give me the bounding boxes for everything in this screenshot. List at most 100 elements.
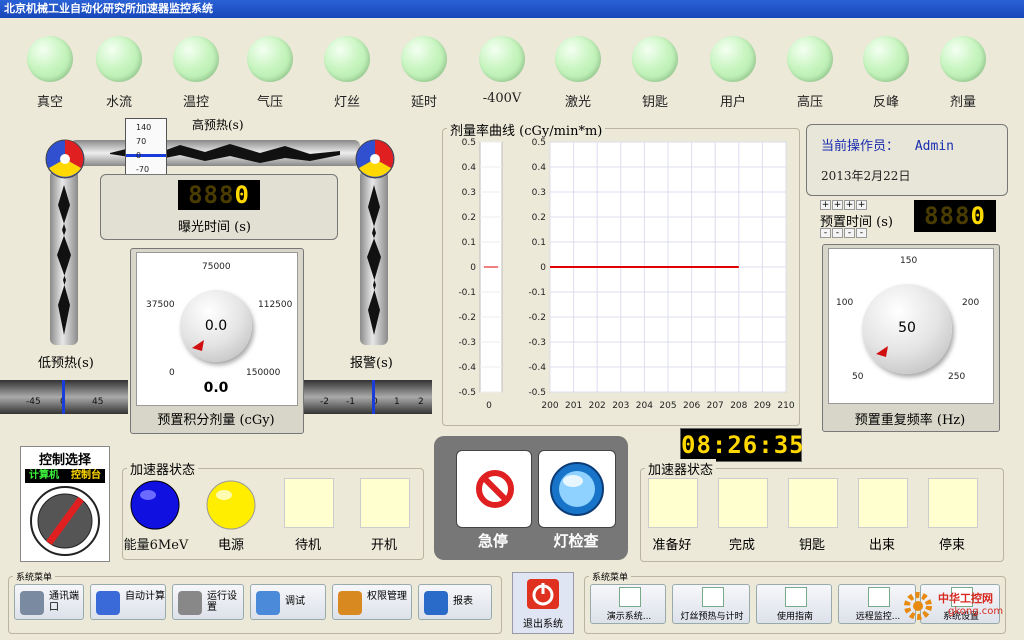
menu-button-label: 使用指南 (776, 612, 813, 622)
chart-strip-y-tick: 0.4 (462, 163, 477, 173)
alarm-marker (372, 380, 375, 414)
rate-tick: 150 (900, 256, 918, 266)
power-icon (527, 579, 559, 609)
beam-stop-lamp (928, 478, 978, 528)
menu-left-title: 系统菜单 (13, 570, 56, 583)
lamp-check-icon (550, 462, 604, 516)
chart-strip-y-tick: -0.4 (458, 363, 476, 373)
chart-x-tick: 203 (612, 401, 629, 411)
indicator-lamp-label: 灯丝 (333, 95, 360, 110)
indicator-lamp-label: 水流 (105, 95, 132, 110)
control-right-label: 控制台 (71, 470, 101, 481)
low-preheat-ruler[interactable]: -45045 (0, 380, 128, 414)
indicator-lamp (710, 36, 756, 82)
beam-on-lamp (858, 478, 908, 528)
indicator-lamp-label: -400V (482, 91, 522, 106)
indicator-lamp (787, 36, 833, 82)
chart-x-tick: 207 (707, 401, 724, 411)
chart-strip-y-tick: 0 (470, 263, 476, 273)
low-preheat-tick: -45 (26, 397, 41, 407)
dose-tick: 150000 (246, 368, 281, 378)
dose-readout: 0.0 (203, 380, 229, 396)
right-tube-wave (367, 185, 381, 335)
high-preheat-tick: -70 (136, 165, 150, 174)
chart-strip-y-tick: -0.5 (458, 388, 476, 398)
left-gauge-icon (45, 139, 85, 179)
chart-strip-y-tick: 0.3 (462, 188, 476, 198)
indicator-lamp-label: 延时 (410, 95, 437, 110)
port-icon (20, 591, 44, 615)
menu-button-permission[interactable]: 权限管理 (332, 584, 412, 620)
chart-strip-y-tick: -0.3 (458, 338, 476, 348)
watermark-line1: 中华工控网 (938, 592, 993, 605)
remote-icon (868, 587, 890, 607)
control-selector-switch[interactable] (27, 485, 103, 557)
left-tube-wave (57, 185, 71, 335)
indicator-lamp-label: 气压 (256, 95, 283, 110)
menu-button-calc[interactable]: 自动计算 (90, 584, 166, 620)
exit-label: 退出系统 (523, 619, 563, 630)
indicator-lamp (324, 36, 370, 82)
key-lamp (788, 478, 838, 528)
chart-strip-y-tick: 0.1 (462, 238, 476, 248)
indicator-lamp-label: 用户 (719, 95, 746, 110)
alarm-ruler[interactable]: -2-1012 (302, 380, 432, 414)
chart-y-tick: -0.3 (528, 338, 546, 348)
rate-tick: 50 (852, 372, 864, 382)
indicator-lamp (632, 36, 678, 82)
dose-rate-chart: 0.5 0.5 0.4 0.4 0.3 0.3 0.2 0.2 0.1 0.1 0 0 -0.1 -0.1… (458, 138, 794, 411)
high-preheat-marker (126, 154, 166, 157)
clock-display: 08:26:35 (680, 428, 804, 462)
menu-button-report[interactable]: 报表 (418, 584, 492, 620)
chart-y-tick: -0.4 (528, 363, 546, 373)
rate-knob-pointer-icon (876, 346, 888, 357)
filament-icon (702, 587, 724, 607)
rate-tick: 200 (962, 298, 980, 308)
menu-button-label: 权限管理 (367, 591, 407, 602)
menu-button-settings[interactable]: 运行设置 (172, 584, 244, 620)
preset-time-increment-button[interactable]: + (844, 200, 855, 210)
watermark-line2: gkong.com (948, 606, 1004, 617)
low-preheat-label: 低预热(s) (38, 356, 94, 371)
preset-time-increment-button[interactable]: + (820, 200, 831, 210)
exposure-time-label: 曝光时间 (s) (178, 220, 251, 235)
dose-knob-value: 0.0 (204, 318, 228, 334)
chart-strip-y-tick: -0.1 (458, 288, 476, 298)
operator-name: Admin (914, 139, 954, 154)
high-preheat-tick: 0 (136, 151, 142, 160)
indicator-lamp-label: 钥匙 (641, 95, 668, 110)
report-icon (424, 591, 448, 615)
power-lamp-icon (206, 480, 256, 530)
preset-time-display: 8880 (914, 200, 996, 232)
debug-icon (256, 591, 280, 615)
chart-y-tick: 0 (540, 263, 546, 273)
preset-time-label: 预置时间 (s) (820, 215, 893, 230)
indicator-lamp (173, 36, 219, 82)
chart-strip-y-tick: 0.2 (462, 213, 476, 223)
dose-tick: 75000 (202, 262, 231, 272)
status-right-title: 加速器状态 (645, 459, 717, 478)
rate-knob-value: 50 (898, 320, 916, 336)
chart-y-tick: 0.4 (532, 163, 547, 173)
menu-button-debug[interactable]: 调试 (250, 584, 326, 620)
preset-time-increment-button[interactable]: + (856, 200, 867, 210)
menu-button-filament[interactable]: 灯丝预热与计时 (672, 584, 750, 624)
menu-button-demo[interactable]: 演示系统... (590, 584, 666, 624)
status-right-label: 出束 (868, 538, 895, 553)
low-preheat-tick: 45 (92, 397, 104, 407)
chart-strip-x-tick: 0 (486, 401, 492, 411)
menu-button-guide[interactable]: 使用指南 (756, 584, 832, 624)
permission-icon (338, 591, 362, 615)
alarm-tick: 2 (418, 397, 424, 407)
indicator-lamp (555, 36, 601, 82)
control-mode-bar: 计算机 控制台 (25, 469, 105, 483)
dose-knob-pointer-icon (192, 340, 204, 351)
preset-time-increment-button[interactable]: + (832, 200, 843, 210)
lamp-check-button[interactable] (538, 450, 616, 528)
gear-icon (904, 592, 932, 620)
emergency-stop-button[interactable] (456, 450, 532, 528)
operator-label: 当前操作员： (821, 139, 900, 154)
indicator-lamp-label: 反峰 (872, 95, 899, 110)
menu-button-port[interactable]: 通讯端口 (14, 584, 84, 620)
exit-button[interactable]: 退出系统 (512, 572, 574, 634)
